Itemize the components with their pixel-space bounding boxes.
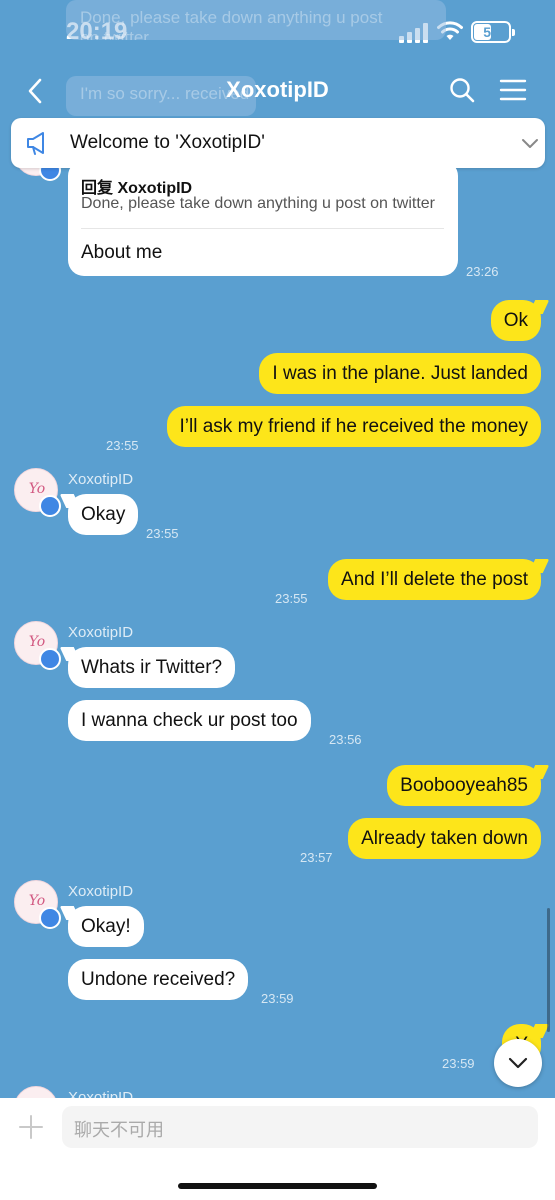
avatar[interactable]: Yo	[14, 880, 61, 929]
avatar[interactable]: Yo	[14, 468, 61, 517]
message-time: 23:59	[442, 1056, 475, 1071]
outgoing-message[interactable]: I’ll ask my friend if he received the mo…	[166, 406, 541, 447]
incoming-message[interactable]: Undone received?	[68, 959, 249, 1000]
incoming-message[interactable]: Okay	[68, 494, 139, 535]
sender-name: XoxotipID	[68, 883, 134, 900]
crown-badge-icon	[39, 495, 61, 517]
home-indicator[interactable]	[178, 1183, 377, 1189]
scrollbar[interactable]	[547, 908, 550, 1032]
chat-header: XoxotipID	[0, 66, 555, 116]
chevron-down-icon[interactable]	[519, 132, 541, 154]
message-input[interactable]: 聊天不可用	[62, 1106, 538, 1148]
incoming-message[interactable]: I wanna check ur post too	[68, 700, 311, 741]
outgoing-message[interactable]: Boobooyeah85	[387, 765, 541, 806]
background-message-ghost: Done, please take down anything u post o…	[66, 0, 446, 40]
outgoing-message[interactable]: Already taken down	[348, 818, 541, 859]
reply-quote: Done, please take down anything u post o…	[81, 195, 435, 212]
crown-badge-icon	[39, 648, 61, 670]
ghost-line: Done, please take down anything u post	[80, 8, 383, 27]
outgoing-message[interactable]: Ok	[490, 300, 541, 341]
message-time: 23:55	[106, 438, 139, 453]
message-time: 23:59	[261, 991, 294, 1006]
message-time: 23:55	[275, 591, 308, 606]
announcement-text: Welcome to 'XoxotipID'	[70, 132, 265, 153]
battery-level: 50	[483, 24, 499, 40]
outgoing-message[interactable]: And I’ll delete the post	[328, 559, 541, 600]
scroll-to-bottom-button[interactable]	[494, 1039, 542, 1087]
message-input-placeholder: 聊天不可用	[74, 1120, 164, 1140]
plus-icon[interactable]	[18, 1114, 44, 1140]
search-icon[interactable]	[448, 76, 476, 104]
reply-message-card[interactable]: 回复 XoxotipID Done, please take down anyt…	[68, 160, 458, 276]
megaphone-icon	[27, 132, 44, 155]
crown-badge-icon	[39, 907, 61, 929]
ghost-line: on twitter	[80, 28, 149, 40]
message-time: 23:56	[329, 732, 362, 747]
sender-name: XoxotipID	[68, 471, 134, 488]
menu-icon[interactable]	[499, 78, 527, 102]
incoming-message[interactable]: Whats ir Twitter?	[68, 647, 236, 688]
incoming-message[interactable]: Okay!	[68, 906, 144, 947]
divider	[81, 228, 444, 229]
chevron-down-icon	[508, 1057, 528, 1069]
sender-name: XoxotipID	[68, 624, 134, 641]
message-time: 23:57	[300, 850, 333, 865]
message-time: 23:26	[466, 264, 499, 279]
avatar[interactable]: Yo	[14, 621, 61, 670]
battery-icon: 50	[471, 21, 515, 43]
message-time: 23:55	[146, 526, 179, 541]
outgoing-message[interactable]: I was in the plane. Just landed	[259, 353, 541, 394]
reply-text: About me	[81, 242, 163, 263]
